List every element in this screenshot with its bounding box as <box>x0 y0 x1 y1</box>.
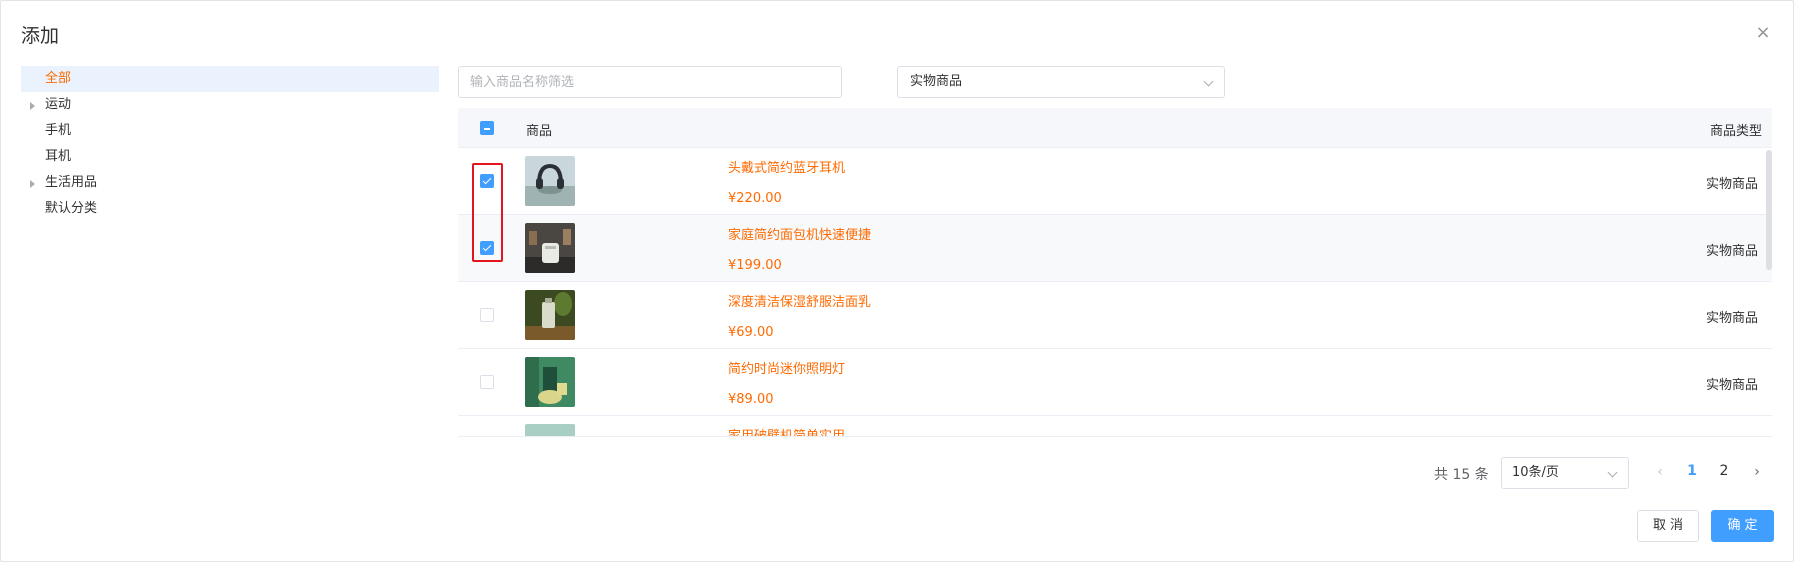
table-header: 商品 商品类型 <box>458 108 1772 148</box>
product-name-link[interactable]: 头戴式简约蓝牙耳机 <box>728 157 845 176</box>
product-name-link[interactable]: 深度清洁保湿舒服洁面乳 <box>728 291 871 310</box>
column-header-type: 商品类型 <box>1709 124 1762 139</box>
tree-item-default[interactable]: 默认分类 <box>21 196 439 222</box>
row-checkbox[interactable] <box>480 241 494 255</box>
product-price: ¥69.00 <box>728 325 774 340</box>
table-scrollbar[interactable] <box>1766 150 1772 270</box>
product-thumbnail <box>525 424 575 436</box>
prev-page-icon[interactable]: ‹ <box>1653 464 1667 480</box>
tree-item-label: 手机 <box>45 123 72 138</box>
tree-item-label: 全部 <box>45 71 72 86</box>
product-thumbnail <box>525 357 575 407</box>
page-size-select[interactable]: 10条/页 <box>1501 457 1629 489</box>
dialog-title: 添加 <box>21 25 60 47</box>
product-type: 实物商品 <box>1705 244 1758 259</box>
tree-item-sports[interactable]: 运动 <box>21 92 439 118</box>
product-name-link[interactable]: 家用破壁机简单实用 <box>728 425 845 436</box>
chevron-down-icon <box>1607 467 1618 478</box>
page-number-1[interactable]: 1 <box>1682 463 1702 479</box>
page-size-value: 10条/页 <box>1512 465 1559 480</box>
table-row[interactable]: 家用破壁机简单实用 <box>458 416 1772 436</box>
row-checkbox[interactable] <box>480 375 494 389</box>
caret-right-icon[interactable] <box>30 180 35 188</box>
product-search-input[interactable] <box>458 66 842 98</box>
product-price: ¥199.00 <box>728 258 782 273</box>
product-table: 商品 商品类型 头戴式简约蓝牙耳机 ¥220.00 实物商品 家庭简约面包机快速… <box>458 108 1772 437</box>
table-row[interactable]: 简约时尚迷你照明灯 ¥89.00 实物商品 <box>458 349 1772 416</box>
column-header-product: 商品 <box>526 124 553 139</box>
product-name-link[interactable]: 家庭简约面包机快速便捷 <box>728 224 871 243</box>
tree-item-daily-goods[interactable]: 生活用品 <box>21 170 439 196</box>
table-row[interactable]: 头戴式简约蓝牙耳机 ¥220.00 实物商品 <box>458 148 1772 215</box>
product-thumbnail <box>525 290 575 340</box>
tree-item-label: 运动 <box>45 97 72 112</box>
product-type-select[interactable]: 实物商品 <box>897 66 1225 98</box>
select-all-checkbox[interactable] <box>480 121 494 135</box>
close-icon[interactable]: × <box>1753 23 1773 43</box>
tree-item-label: 默认分类 <box>45 201 98 216</box>
product-type: 实物商品 <box>1705 311 1758 326</box>
tree-item-label: 耳机 <box>45 149 72 164</box>
product-type: 实物商品 <box>1705 177 1758 192</box>
table-row[interactable]: 深度清洁保湿舒服洁面乳 ¥69.00 实物商品 <box>458 282 1772 349</box>
product-price: ¥220.00 <box>728 191 782 206</box>
pagination-total: 共 15 条 <box>1434 467 1489 483</box>
page-number-2[interactable]: 2 <box>1714 463 1734 479</box>
product-type: 实物商品 <box>1705 378 1758 393</box>
confirm-button[interactable]: 确定 <box>1711 510 1774 542</box>
tree-item-all[interactable]: 全部 <box>21 66 439 92</box>
tree-item-label: 生活用品 <box>45 175 98 190</box>
row-checkbox[interactable] <box>480 174 494 188</box>
caret-right-icon[interactable] <box>30 102 35 110</box>
product-thumbnail <box>525 156 575 206</box>
cancel-button[interactable]: 取消 <box>1637 510 1699 542</box>
category-tree: 全部 运动 手机 耳机 生活用品 默认分类 <box>21 66 439 222</box>
product-name-link[interactable]: 简约时尚迷你照明灯 <box>728 358 845 377</box>
table-row[interactable]: 家庭简约面包机快速便捷 ¥199.00 实物商品 <box>458 215 1772 282</box>
product-thumbnail <box>525 223 575 273</box>
chevron-down-icon <box>1203 76 1214 87</box>
add-product-dialog: 添加 × 全部 运动 手机 耳机 生活用品 默认分类 实物商品 <box>0 0 1794 562</box>
tree-item-earphones[interactable]: 耳机 <box>21 144 439 170</box>
row-checkbox[interactable] <box>480 308 494 322</box>
next-page-icon[interactable]: › <box>1750 464 1764 480</box>
product-type-select-value: 实物商品 <box>910 74 963 89</box>
product-price: ¥89.00 <box>728 392 774 407</box>
tree-item-phones[interactable]: 手机 <box>21 118 439 144</box>
